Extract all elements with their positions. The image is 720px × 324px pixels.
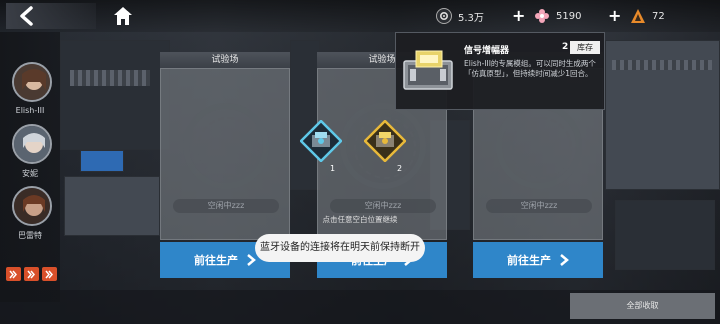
resource-gear: 5.3万 [436,6,484,26]
gear-core-icon [436,8,452,24]
resource-gear-value: 5.3万 [458,12,484,24]
resource-flower-value: 5190 [556,10,582,22]
card-idle-label: 空闲中zzz [486,199,592,213]
bg-machine [60,40,170,150]
signal-amplifier-icon [403,50,453,90]
bg-crate [615,200,715,270]
go-produce-label: 前往生产 [194,254,238,267]
double-chevron-icon [45,270,53,278]
pink-flower-icon [534,8,550,24]
resource-triangle: 72 [630,6,665,26]
tap-to-continue-hint: 点击任意空白位置继续 [322,215,398,224]
item-signal-amplifier-gold[interactable] [363,119,407,163]
tooltip-description: Elish-III的专属模组。可以同时生成两个「仿真原型」，但持续时间减少1回合… [464,59,596,78]
chevron-right-icon [560,254,569,266]
character-name-elish: Elish-III [15,106,45,115]
card-slot[interactable]: 空闲中zzz [160,68,290,240]
home-icon [114,7,132,25]
card-title: 试验场 [160,52,290,68]
bg-blue-panel [80,150,124,172]
system-toast: 蓝牙设备的连接将在明天前保持断开 [255,234,425,262]
tooltip-item-quantity: 2 [562,42,569,52]
go-produce-label: 前往生产 [507,254,551,267]
slot-ring-icon [496,103,582,189]
character-avatar-barrett[interactable] [12,186,52,226]
item-signal-amplifier-blue[interactable] [299,119,343,163]
signal-amplifier-icon [363,119,407,163]
bg-pillar [290,40,320,190]
top-bar: 5.3万 + 5190 + 72 [0,0,720,32]
card-idle-label: 空闲中zzz [173,199,279,213]
character-name-barrett: 巴雷特 [18,231,42,240]
item-tooltip: 信号增幅器 2 库存 Elish-III的专属模组。可以同时生成两个「仿真原型」… [395,32,605,110]
bg-vent [612,60,712,70]
item-count: 2 [397,164,403,173]
character-avatar-annie[interactable] [12,124,52,164]
rail-shortcut-button[interactable] [24,267,39,281]
slot-ring-icon [183,103,269,189]
character-name-annie: 安妮 [22,169,38,178]
resource-triangle-value: 72 [652,10,665,22]
signal-amplifier-icon [299,119,343,163]
bg-vent [70,70,150,86]
resource-flower: 5190 [534,6,581,26]
chevron-right-icon [247,254,256,266]
double-chevron-icon [9,270,17,278]
tooltip-stock-badge: 库存 [570,41,600,54]
tooltip-item-name: 信号增幅器 [464,46,510,56]
collect-all-button[interactable]: 全部收取 [570,293,715,319]
rail-shortcut-button[interactable] [42,267,57,281]
card-idle-label: 空闲中zzz [330,199,436,213]
back-button[interactable] [6,3,96,29]
home-button[interactable] [104,3,142,29]
rail-shortcut-button[interactable] [6,267,21,281]
character-rail: Elish-III 安妮 巴雷特 [0,32,60,302]
double-chevron-icon [27,270,35,278]
item-count: 1 [330,164,336,173]
orange-triangle-icon [630,8,646,24]
bg-console [64,176,160,236]
back-arrow-icon [20,6,33,26]
add-flower-button[interactable]: + [608,6,621,25]
go-produce-button[interactable]: 前往生产 [473,242,603,278]
add-gear-button[interactable]: + [512,6,525,25]
character-avatar-elish[interactable] [12,62,52,102]
